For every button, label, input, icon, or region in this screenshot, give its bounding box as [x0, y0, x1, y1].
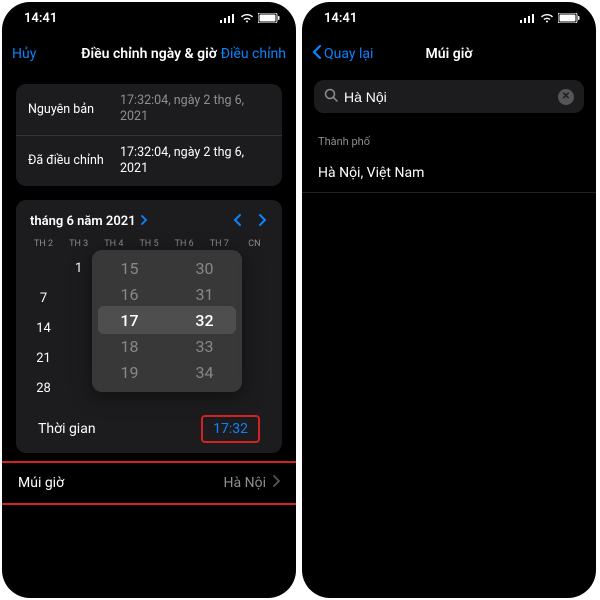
status-time: 14:41 — [324, 11, 357, 26]
picker-item: 16 — [92, 282, 167, 308]
time-picker[interactable]: 15 16 17 18 19 30 31 32 33 34 — [92, 250, 242, 392]
hour-wheel[interactable]: 15 16 17 18 19 — [92, 256, 167, 386]
timezone-value: Hà Nội — [224, 475, 266, 491]
cal-cell[interactable] — [61, 283, 96, 313]
wifi-icon — [540, 13, 554, 23]
time-value-button[interactable]: 17:32 — [201, 415, 260, 443]
city-result-label: Hà Nội, Việt Nam — [318, 165, 424, 181]
status-time: 14:41 — [24, 11, 57, 26]
dow: TH 5 — [131, 239, 166, 249]
time-row: Thời gian 17:32 — [26, 405, 272, 453]
picker-item: 34 — [167, 360, 242, 386]
time-label: Thời gian — [38, 421, 96, 437]
adjusted-row: Đã điều chỉnh 17:32:04, ngày 2 thg 6, 20… — [16, 135, 282, 187]
month-picker[interactable]: tháng 6 năm 2021 — [30, 214, 148, 229]
picker-item: 18 — [92, 334, 167, 360]
cal-cell[interactable] — [61, 313, 96, 343]
signal-icon — [220, 13, 236, 23]
chevron-right-icon — [140, 214, 148, 229]
clear-search-button[interactable]: ✕ — [558, 89, 574, 105]
cal-cell[interactable]: 14 — [26, 313, 61, 343]
chevron-right-icon — [272, 475, 280, 491]
cal-cell[interactable] — [61, 343, 96, 373]
picker-item: 15 — [92, 256, 167, 282]
picker-item: 31 — [167, 282, 242, 308]
phone-right: 14:41 Quay lại Múi giờ — [302, 2, 596, 598]
picker-item: 19 — [92, 360, 167, 386]
adjust-button[interactable]: Điều chỉnh — [216, 46, 286, 62]
original-value: 17:32:04, ngày 2 thg 6, 2021 — [120, 93, 270, 126]
cal-cell[interactable] — [237, 343, 272, 373]
original-label: Nguyên bản — [28, 102, 120, 117]
cancel-button[interactable]: Hủy — [12, 46, 82, 62]
month-label: tháng 6 năm 2021 — [30, 214, 136, 229]
city-result[interactable]: Hà Nội, Việt Nam — [302, 154, 596, 193]
cancel-label: Hủy — [12, 46, 36, 62]
dow: CN — [237, 239, 272, 249]
search-icon — [324, 87, 338, 106]
section-header: Thành phố — [302, 119, 596, 154]
chevron-left-icon — [312, 44, 322, 64]
nav-bar: Hủy Điều chỉnh ngày & giờ Điều chỉnh — [2, 34, 296, 74]
cal-cell[interactable] — [237, 283, 272, 313]
time-value: 17:32 — [213, 421, 248, 437]
picker-item: 30 — [167, 256, 242, 282]
search-field[interactable]: ✕ — [314, 80, 584, 113]
cal-cell[interactable]: 21 — [26, 343, 61, 373]
calendar-card: tháng 6 năm 2021 TH 2 TH 3 TH — [16, 200, 282, 453]
cal-cell[interactable]: 7 — [26, 283, 61, 313]
original-row: Nguyên bản 17:32:04, ngày 2 thg 6, 2021 — [16, 84, 282, 135]
adjusted-label: Đã điều chỉnh — [28, 153, 120, 168]
back-label: Quay lại — [324, 46, 373, 62]
battery-icon — [258, 13, 280, 23]
info-card: Nguyên bản 17:32:04, ngày 2 thg 6, 2021 … — [16, 84, 282, 186]
timezone-label: Múi giờ — [18, 475, 64, 491]
status-icons — [520, 13, 580, 23]
status-bar: 14:41 — [302, 2, 596, 34]
cal-cell[interactable] — [237, 373, 272, 403]
dow: TH 4 — [96, 239, 131, 249]
minute-wheel[interactable]: 30 31 32 33 34 — [167, 256, 242, 386]
dow: TH 7 — [202, 239, 237, 249]
phone-left: 14:41 Hủy Điều chỉnh ngày & giờ Điều chỉ… — [2, 2, 296, 598]
timezone-row[interactable]: Múi giờ Hà Nội — [2, 461, 296, 505]
close-icon: ✕ — [562, 91, 570, 102]
search-input[interactable] — [344, 89, 552, 105]
cal-cell[interactable] — [237, 253, 272, 283]
dow: TH 2 — [26, 239, 61, 249]
content: Nguyên bản 17:32:04, ngày 2 thg 6, 2021 … — [2, 84, 296, 505]
adjusted-value: 17:32:04, ngày 2 thg 6, 2021 — [120, 145, 270, 178]
nav-bar: Quay lại Múi giờ — [302, 34, 596, 74]
next-month-button[interactable] — [258, 212, 268, 231]
dow: TH 6 — [167, 239, 202, 249]
dow: TH 3 — [61, 239, 96, 249]
wifi-icon — [240, 13, 254, 23]
picker-item: 33 — [167, 334, 242, 360]
battery-icon — [558, 13, 580, 23]
back-button[interactable]: Quay lại — [312, 44, 382, 64]
picker-item: 32 — [167, 308, 242, 334]
calendar-header: tháng 6 năm 2021 — [26, 210, 272, 239]
prev-month-button[interactable] — [232, 212, 242, 231]
cal-cell[interactable]: 1 — [61, 253, 96, 283]
picker-item: 17 — [92, 308, 167, 334]
signal-icon — [520, 13, 536, 23]
cal-cell[interactable] — [237, 313, 272, 343]
calendar-nav — [232, 212, 268, 231]
search-wrap: ✕ — [302, 74, 596, 119]
cal-cell[interactable] — [61, 373, 96, 403]
status-icons — [220, 13, 280, 23]
adjust-label: Điều chỉnh — [221, 46, 286, 62]
cal-cell[interactable] — [26, 253, 61, 283]
status-bar: 14:41 — [2, 2, 296, 34]
cal-cell[interactable]: 28 — [26, 373, 61, 403]
